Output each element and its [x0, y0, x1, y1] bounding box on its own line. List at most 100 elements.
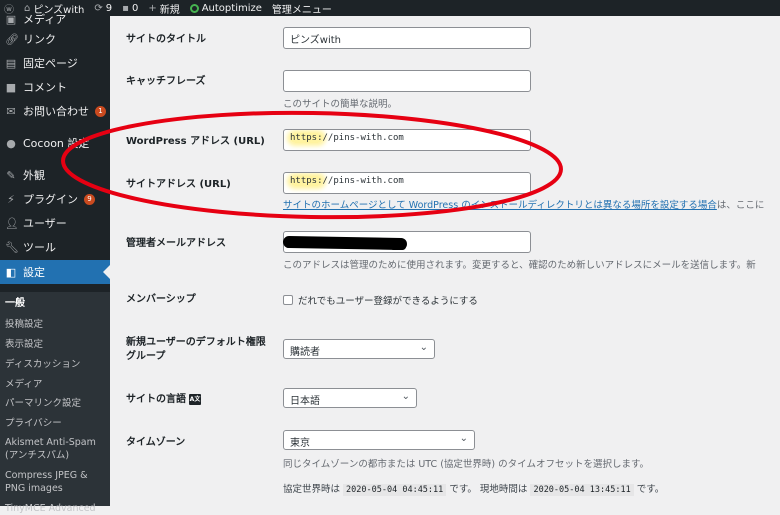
comments-link[interactable]: ▪ 0 — [122, 3, 138, 14]
mail-icon: ✉ — [6, 104, 16, 118]
comment-bubble-icon: ▪ — [122, 2, 129, 14]
submenu-compress-images[interactable]: Compress JPEG & PNG images — [5, 469, 110, 495]
admin-email-label: 管理者メールアドレス — [126, 238, 226, 249]
site-language-select[interactable]: 日本語 ⌄ — [283, 388, 417, 408]
timezone-label: タイムゾーン — [126, 437, 186, 448]
site-language-label-text: サイトの言語 — [126, 394, 186, 405]
admin-menu-label: 管理メニュー — [271, 4, 332, 16]
utc-prefix: 協定世界時は — [283, 484, 341, 495]
site-language-value: 日本語 — [290, 396, 320, 407]
utc-suffix: です。 — [449, 484, 477, 495]
tagline-input[interactable] — [283, 70, 531, 92]
sidebar-item-label: Cocoon 設定 — [23, 137, 90, 150]
plus-icon: + — [148, 2, 157, 14]
local-time: 2020-05-04 13:45:11 — [530, 484, 634, 496]
url-rest: //pins-with.com — [322, 176, 404, 186]
local-time-prefix: 現地時間は — [479, 484, 528, 495]
site-address-label: サイトアドレス (URL) — [126, 179, 231, 190]
chevron-down-icon: ⌄ — [401, 391, 410, 402]
sidebar-item-contact[interactable]: ✉ お問い合わせ 1 — [0, 99, 110, 123]
translation-icon: A文 — [189, 393, 201, 405]
sidebar-item-label: ツール — [23, 241, 56, 254]
default-role-value: 購読者 — [290, 347, 320, 358]
submenu-writing[interactable]: 投稿設定 — [5, 318, 110, 331]
sidebar-item-settings[interactable]: ◧ 設定 — [0, 260, 110, 284]
timezone-value: 東京 — [290, 438, 310, 449]
plugin-icon: ⚡︎ — [7, 192, 15, 206]
page-icon: ▤ — [5, 56, 17, 70]
url-scheme-highlight: https: — [290, 133, 323, 143]
general-settings-form: サイトのタイトル ピンズwith キャッチフレーズ このサイトの簡単な説明。 W… — [110, 16, 780, 506]
sidebar-item-cocoon[interactable]: ● Cocoon 設定 — [0, 131, 110, 155]
sidebar-item-label: メディア — [23, 13, 67, 26]
sidebar-item-links[interactable]: 🔗︎ リンク — [0, 27, 110, 51]
local-time-suffix: です。 — [636, 484, 665, 495]
submenu-discussion[interactable]: ディスカッション — [5, 358, 110, 371]
sidebar-item-label: 固定ページ — [23, 57, 78, 70]
autoptimize-link[interactable]: Autoptimize — [189, 3, 262, 14]
wrench-icon: 🔧︎ — [5, 240, 19, 254]
membership-checkbox-label[interactable]: だれでもユーザー登録ができるようにする — [298, 293, 478, 307]
new-label: 新規 — [159, 4, 180, 16]
default-role-label-line1: 新規ユーザーのデフォルト権限 — [126, 337, 266, 348]
wordpress-address-label: WordPress アドレス (URL) — [126, 136, 265, 147]
membership-checkbox[interactable] — [283, 295, 293, 305]
tagline-description: このサイトの簡単な説明。 — [283, 99, 398, 110]
media-icon: ▣ — [5, 12, 17, 26]
timezone-select[interactable]: 東京 ⌄ — [283, 430, 475, 450]
site-address-description-tail: は、ここに — [716, 200, 765, 211]
membership-label: メンバーシップ — [126, 294, 196, 305]
cocoon-icon: ● — [6, 136, 16, 150]
submenu-privacy[interactable]: プライバシー — [5, 417, 110, 430]
default-role-select[interactable]: 購読者 ⌄ — [283, 339, 435, 359]
submenu-permalinks[interactable]: パーマリンク設定 — [5, 397, 110, 410]
link-icon: 🔗︎ — [5, 32, 19, 46]
settings-icon: ◧ — [5, 265, 17, 279]
admin-sidebar: ▣ メディア 🔗︎ リンク ▤ 固定ページ ■ コメント ✉ お問い合わせ 1 ● Cocoo… — [0, 12, 110, 514]
sidebar-item-appearance[interactable]: ✎ 外観 — [0, 163, 110, 187]
admin-menu-link[interactable]: 管理メニュー — [272, 1, 332, 16]
wordpress-address-input[interactable]: https://pins-with.com — [283, 129, 531, 151]
site-language-label: サイトの言語 A文 — [126, 393, 201, 407]
site-title-input[interactable]: ピンズwith — [283, 27, 531, 49]
sidebar-item-label: リンク — [23, 33, 56, 46]
notification-badge: 9 — [84, 193, 95, 205]
brush-icon: ✎ — [6, 168, 16, 182]
site-address-input[interactable]: https://pins-with.com — [283, 172, 531, 194]
chevron-down-icon: ⌄ — [419, 342, 428, 353]
submenu-akismet[interactable]: Akismet Anti-Spam (アンチスパム) — [5, 436, 110, 462]
sidebar-item-pages[interactable]: ▤ 固定ページ — [0, 51, 110, 75]
sidebar-item-label: ユーザー — [23, 217, 67, 230]
submenu-tinymce[interactable]: TinyMCE Advanced — [5, 502, 110, 515]
sidebar-item-plugins[interactable]: ⚡︎ プラグイン 9 — [0, 187, 110, 211]
submenu-media[interactable]: メディア — [5, 378, 110, 391]
site-address-description: サイトのホームページとして WordPress のインストールディレクトリとは異… — [283, 197, 764, 211]
new-content-link[interactable]: + 新規 — [148, 1, 179, 16]
site-address-help-link[interactable]: サイトのホームページとして WordPress のインストールディレクトリとは異… — [283, 200, 717, 211]
admin-bar: ⓦ ⌂ ピンズwith ⟳ 9 ▪ 0 + 新規 Autoptimize 管理メニュー — [0, 0, 780, 16]
submenu-general[interactable]: 一般 — [5, 297, 110, 310]
sidebar-item-label: コメント — [23, 81, 67, 94]
autoptimize-status-icon — [189, 3, 199, 13]
redaction-mark — [282, 235, 408, 251]
sidebar-item-comments[interactable]: ■ コメント — [0, 75, 110, 99]
utc-time: 2020-05-04 04:45:11 — [343, 484, 447, 496]
timezone-description: 同じタイムゾーンの都市または UTC (協定世界時) のタイムオフセットを選択し… — [283, 459, 650, 470]
comment-icon: ■ — [5, 80, 17, 94]
url-scheme-highlight: https: — [290, 176, 323, 186]
default-role-label-line2: グループ — [126, 351, 166, 362]
sidebar-item-label: お問い合わせ — [23, 105, 89, 118]
chevron-down-icon: ⌄ — [459, 433, 468, 444]
redaction-mark-tail — [390, 243, 406, 250]
settings-submenu: 一般 投稿設定 表示設定 ディスカッション メディア パーマリンク設定 プライバ… — [0, 292, 110, 514]
default-role-label: 新規ユーザーのデフォルト権限 グループ — [126, 336, 266, 364]
sidebar-item-users[interactable]: 👤︎ ユーザー — [0, 211, 110, 235]
sidebar-item-tools[interactable]: 🔧︎ ツール — [0, 235, 110, 259]
tagline-label: キャッチフレーズ — [126, 76, 206, 87]
sidebar-item-label: 外観 — [23, 169, 45, 182]
user-icon: 👤︎ — [5, 216, 19, 230]
submenu-reading[interactable]: 表示設定 — [5, 338, 110, 351]
comments-count: 0 — [131, 2, 139, 14]
site-title-label: サイトのタイトル — [126, 34, 206, 45]
notification-badge: 1 — [95, 105, 106, 117]
